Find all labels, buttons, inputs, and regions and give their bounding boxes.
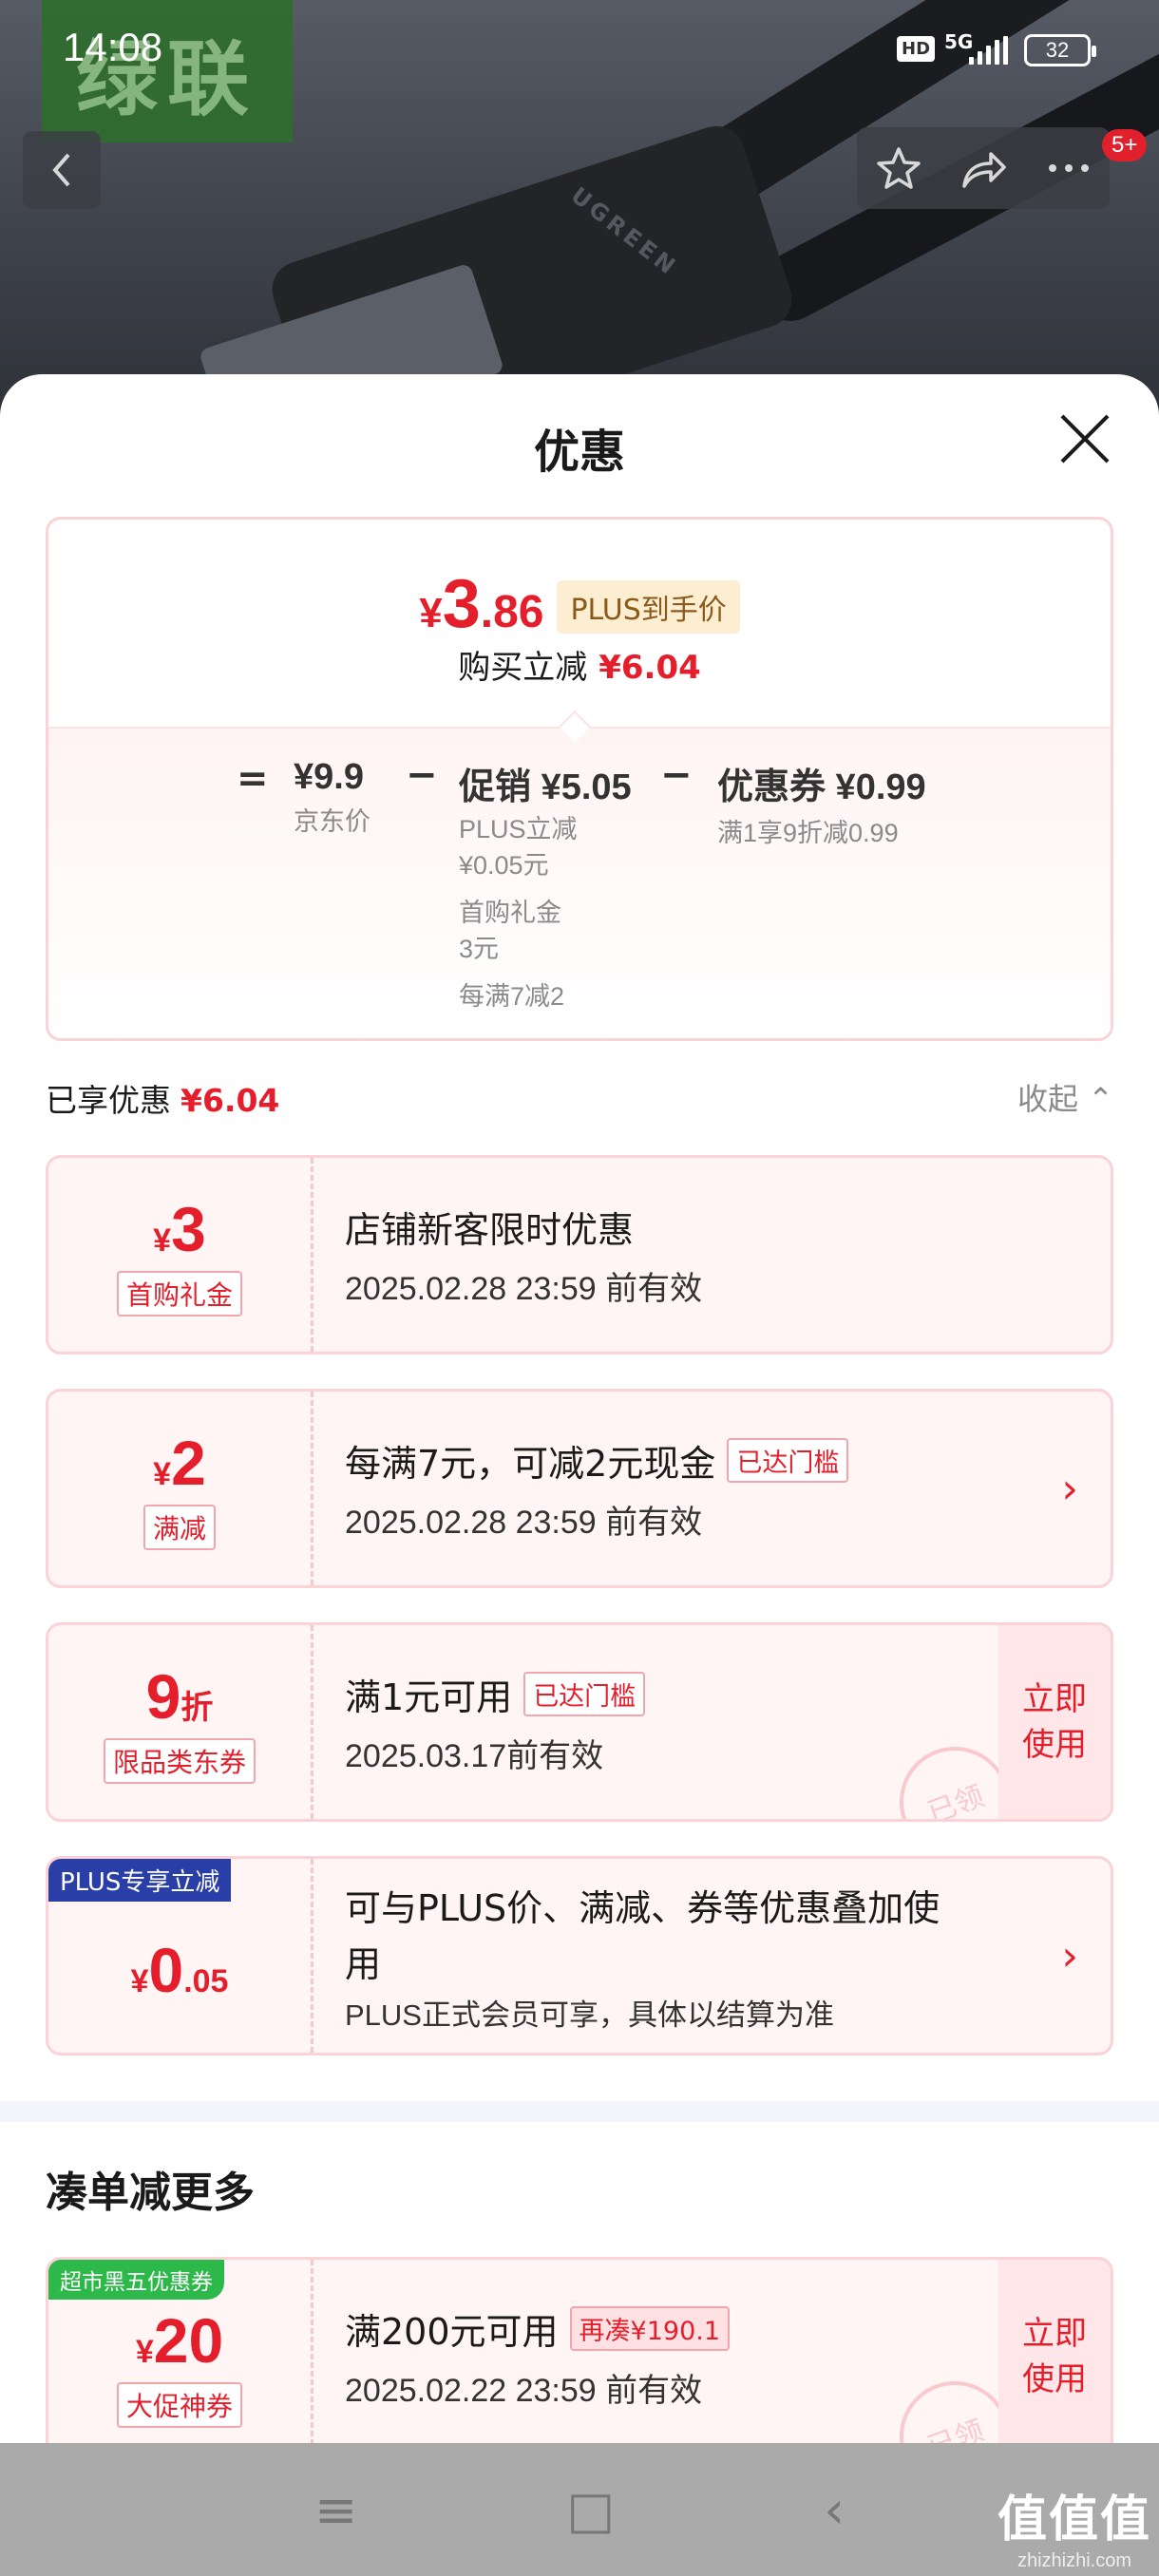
final-price: ¥3.86 (419, 566, 544, 642)
discount-sheet: 优惠 ¥3.86 PLUS到手价 购买立减 ¥6.04 = ¥9.9 京东价 − … (0, 374, 1159, 2443)
promo-line: 每满7减2 (459, 982, 565, 1011)
use-now-button[interactable]: 立即 使用 (998, 1625, 1111, 1819)
coupon-amount: ¥3 (153, 1194, 206, 1264)
coupon-validity: 2025.03.17前有效 (345, 1738, 604, 1774)
enjoyed-discount: 已享优惠 ¥6.04 (46, 1082, 280, 1119)
promo-amount: 促销 ¥5.05 (459, 767, 632, 807)
minus-sign: − (660, 753, 693, 797)
system-nav-bar: ≡ □ ‹ (0, 2443, 1159, 2576)
coupon-note: PLUS正式会员可享，具体以结算为准 (345, 1998, 834, 2032)
chevron-right-icon[interactable]: › (1061, 1859, 1078, 2053)
coupon-card[interactable]: ¥2 满减 每满7元，可减2元现金 已达门槛 2025.02.28 23:59 前… (46, 1389, 1113, 1588)
promo-line: PLUS立减 (459, 815, 578, 843)
section-separator (0, 2101, 1159, 2122)
section-title: 凑单减更多 (46, 2169, 255, 2217)
site-watermark: 值值值 zhizhizhi.com (997, 2491, 1151, 2571)
plus-price-tag: PLUS到手价 (557, 580, 740, 634)
star-icon[interactable] (876, 145, 922, 191)
coupon-card: ¥3 首购礼金 店铺新客限时优惠 2025.02.28 23:59 前有效 (46, 1155, 1113, 1354)
coupon-validity: 2025.02.28 23:59 前有效 (345, 1271, 703, 1307)
coupon-validity: 2025.02.22 23:59 前有效 (345, 2373, 703, 2409)
notification-badge: 5+ (1102, 129, 1148, 161)
more-icon[interactable] (1047, 162, 1091, 174)
coupon-title: 满200元可用 再凑¥190.1 (345, 2302, 731, 2355)
share-icon[interactable] (960, 146, 1008, 190)
coupon-amount: ¥0.05 (130, 1935, 229, 2005)
jd-price-label: 京东价 (294, 807, 370, 836)
promo-line: ¥0.05元 (459, 851, 549, 880)
coupon-validity: 2025.02.28 23:59 前有效 (345, 1505, 703, 1541)
battery-icon: 32 (1024, 34, 1096, 66)
coupon-title: 每满7元，可减2元现金 已达门槛 (345, 1434, 849, 1487)
chevron-left-icon (52, 153, 70, 187)
purchase-reduction: 购买立减 ¥6.04 (458, 649, 701, 687)
price-breakdown: = ¥9.9 京东价 − 促销 ¥5.05 PLUS立减 ¥0.05元 首购礼金… (48, 727, 1111, 1038)
coupon-amount: ¥20 (135, 2305, 224, 2376)
use-now-button[interactable]: 立即 使用 (998, 2260, 1111, 2443)
coupon-type-tag: 大促神券 (116, 2382, 242, 2428)
final-price-row: ¥3.86 PLUS到手价 (48, 565, 1111, 643)
home-icon[interactable]: □ (566, 2480, 615, 2540)
promo-line: 3元 (459, 935, 500, 963)
coupon-title: 可与PLUS价、满减、券等优惠叠加使 (345, 1886, 940, 1929)
plus-discount-card[interactable]: PLUS专享立减 ¥0.05 可与PLUS价、满减、券等优惠叠加使 用 PLUS… (46, 1856, 1113, 2055)
coupon-type-tag: 满减 (142, 1505, 216, 1550)
coupon-card: 9折 限品类东券 满1元可用 已达门槛 2025.03.17前有效 已领 立即 使用 (46, 1622, 1113, 1822)
coupon-title-cont: 用 (345, 1942, 382, 1985)
menu-icon[interactable]: ≡ (314, 2480, 357, 2540)
header-actions (857, 127, 1110, 209)
collapse-button[interactable]: 收起 ⌃ (1017, 1075, 1113, 1119)
sheet-title: 优惠 (533, 426, 625, 479)
coupon-title: 店铺新客限时优惠 (345, 1209, 635, 1251)
coupon-title: 满1元可用 已达门槛 (345, 1668, 646, 1720)
coupon-amount: 优惠券 ¥0.99 (717, 767, 926, 807)
coupon-card: 超市黑五优惠券 ¥20 大促神券 满200元可用 再凑¥190.1 2025.02… (46, 2257, 1113, 2443)
promo-block: 促销 ¥5.05 PLUS立减 ¥0.05元 首购礼金 3元 每满7减2 (459, 757, 632, 1014)
status-bar: 14:08 HD 5G 32 (0, 0, 1159, 95)
coupon-type-tag: 限品类东券 (103, 1738, 256, 1784)
status-time: 14:08 (63, 25, 163, 69)
equals-sign: = (237, 757, 269, 801)
coupon-rule: 满1享9折减0.99 (717, 819, 899, 847)
threshold-chip: 已达门槛 (523, 1672, 646, 1716)
minus-sign: − (406, 753, 438, 797)
coupon-block: 优惠券 ¥0.99 满1享9折减0.99 (717, 757, 926, 851)
coupon-amount: 9折 (145, 1661, 214, 1732)
back-icon[interactable]: ‹ (824, 2480, 845, 2540)
jd-price-block: ¥9.9 京东价 (294, 757, 370, 840)
chevron-right-icon[interactable]: › (1061, 1392, 1078, 1585)
price-summary: ¥3.86 PLUS到手价 购买立减 ¥6.04 = ¥9.9 京东价 − 促销 … (46, 517, 1113, 1041)
threshold-chip: 已达门槛 (727, 1438, 849, 1483)
back-button[interactable] (23, 131, 101, 209)
jd-price: ¥9.9 (294, 757, 364, 797)
signal-icon (969, 36, 1008, 65)
coupon-amount: ¥2 (153, 1428, 206, 1498)
coupon-type-tag: 首购礼金 (116, 1271, 242, 1316)
promo-line: 首购礼金 (459, 899, 561, 927)
close-icon[interactable] (1058, 412, 1112, 465)
gap-chip: 再凑¥190.1 (569, 2306, 731, 2351)
hd-icon: HD (897, 36, 936, 62)
